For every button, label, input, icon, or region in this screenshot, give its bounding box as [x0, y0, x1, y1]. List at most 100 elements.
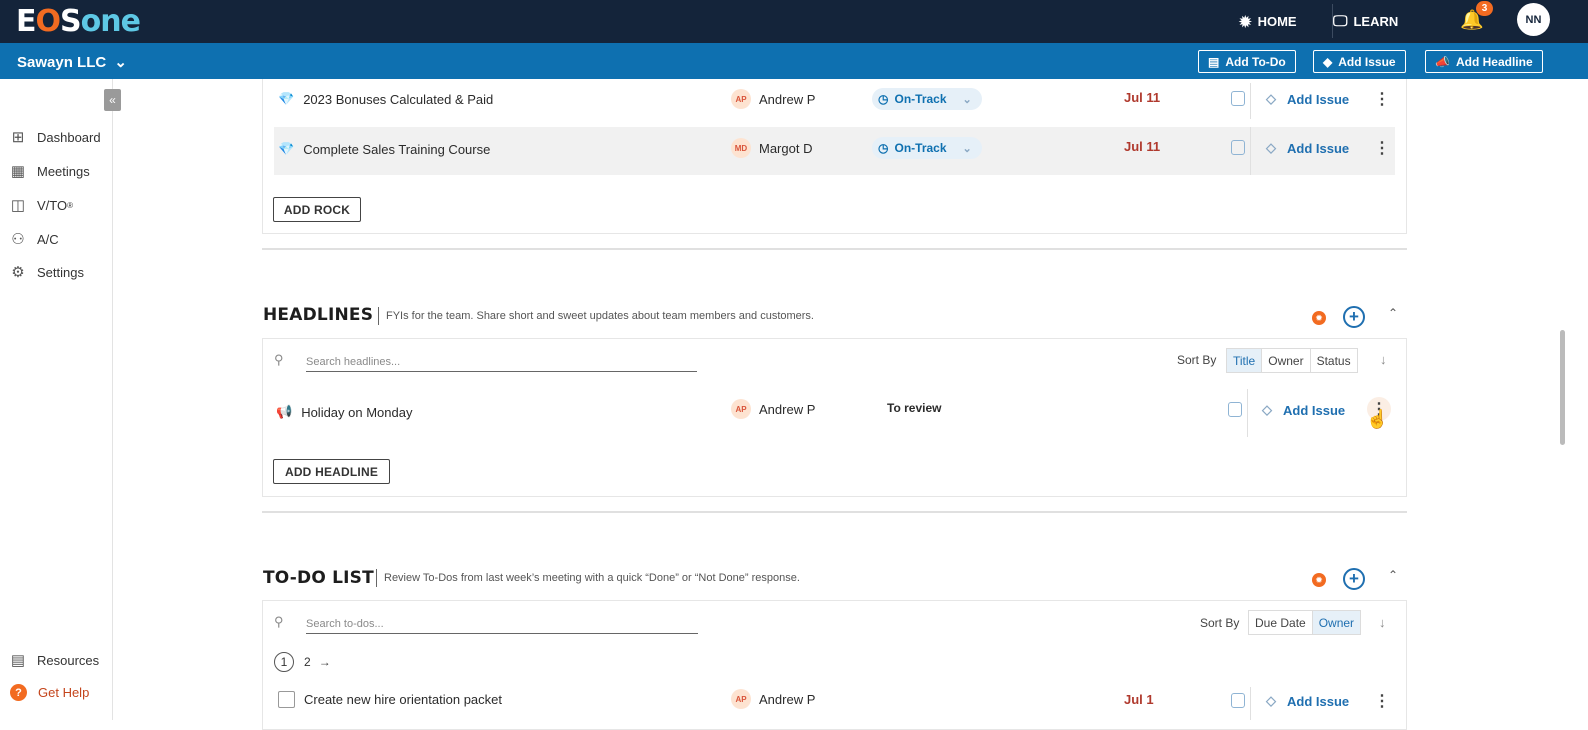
sort-by-label: Sort By: [1177, 353, 1217, 367]
rock-title[interactable]: Complete Sales Training Course: [303, 142, 490, 157]
search-placeholder: Search headlines...: [306, 355, 401, 368]
search-input[interactable]: Search to-dos...: [306, 614, 698, 634]
table-row[interactable]: Create new hire orientation packet AP An…: [274, 687, 1395, 720]
logo-letter-e: E: [16, 3, 36, 39]
rock-title[interactable]: 2023 Bonuses Calculated & Paid: [303, 92, 493, 107]
checklist-icon: ▤: [1208, 54, 1220, 69]
table-row[interactable]: 💎 Complete Sales Training Course MD Marg…: [274, 127, 1395, 175]
section-description: FYIs for the team. Share short and sweet…: [378, 307, 814, 325]
sidebar-item-label: V/TO: [37, 197, 68, 213]
sort-owner-button[interactable]: Owner: [1262, 349, 1311, 372]
nav-home[interactable]: ✹ HOME: [1239, 0, 1297, 43]
gear-icon: ⚙: [11, 264, 25, 281]
collapse-sidebar-icon[interactable]: «: [104, 89, 121, 111]
nav-learn[interactable]: 🖵 LEARN: [1333, 0, 1398, 43]
sort-status-button[interactable]: Status: [1311, 349, 1357, 372]
eos-tool-icon[interactable]: ✹: [1312, 573, 1326, 587]
add-todo-label: Add To-Do: [1225, 54, 1286, 69]
owner-name: Margot D: [759, 140, 813, 156]
collapse-section-icon[interactable]: ⌃: [1388, 568, 1398, 582]
table-row[interactable]: 💎 2023 Bonuses Calculated & Paid AP Andr…: [274, 79, 1395, 123]
section-divider: [262, 511, 1407, 513]
add-todo-button[interactable]: ▤ Add To-Do: [1198, 50, 1296, 73]
table-row[interactable]: 📢 Holiday on Monday AP Andrew P To revie…: [274, 389, 1395, 437]
nav-learn-label: LEARN: [1353, 14, 1399, 29]
divider: [1250, 687, 1251, 720]
sidebar-item-label: Settings: [37, 264, 84, 280]
book-icon: ▤: [10, 652, 26, 669]
collapse-section-icon[interactable]: ⌃: [1388, 306, 1398, 320]
sidebar-item-dashboard[interactable]: ⊞ Dashboard: [8, 128, 101, 146]
sort-owner-button[interactable]: Owner: [1312, 611, 1361, 634]
more-options-icon[interactable]: ⋮: [1374, 138, 1390, 158]
notes-icon[interactable]: [1228, 402, 1242, 417]
search-icon: ⚲: [274, 352, 284, 367]
status-dropdown[interactable]: ◷ On-Track ⌄: [872, 137, 982, 159]
status-dropdown[interactable]: ◷ On-Track ⌄: [872, 88, 982, 110]
notes-icon[interactable]: [1231, 91, 1245, 106]
nav-home-label: HOME: [1257, 14, 1297, 29]
sidebar-item-ac[interactable]: ⚇ A/C: [8, 230, 58, 248]
scrollbar[interactable]: [1560, 330, 1565, 445]
status-label: On-Track: [894, 92, 947, 106]
diamond-outline-icon: ◇: [1266, 693, 1276, 708]
company-name: Sawayn LLC: [17, 54, 107, 71]
add-headline-button[interactable]: 📣 Add Headline: [1425, 50, 1543, 73]
arrow-right-icon[interactable]: →: [319, 655, 331, 669]
chevron-down-icon: ⌄: [114, 54, 127, 71]
add-issue-button[interactable]: ◆ Add Issue: [1313, 50, 1406, 73]
add-issue-link[interactable]: ◇ Add Issue: [1266, 140, 1349, 156]
more-options-icon[interactable]: ⋮: [1374, 691, 1390, 711]
user-avatar[interactable]: NN: [1517, 3, 1550, 36]
diamond-icon: ◆: [1323, 54, 1333, 69]
status-label: On-Track: [894, 141, 947, 155]
due-date: Jul 11: [1124, 90, 1161, 105]
sidebar-item-vto[interactable]: ◫ V/TO ®: [8, 196, 73, 214]
sidebar-item-meetings[interactable]: ▦ Meetings: [8, 162, 90, 180]
company-bar: Sawayn LLC ⌄ ▤ Add To-Do ◆ Add Issue 📣 Add …: [0, 43, 1588, 79]
eos-tool-icon[interactable]: ✹: [1312, 311, 1326, 325]
sort-direction-icon[interactable]: ↓: [1379, 615, 1386, 630]
notes-icon[interactable]: [1231, 140, 1245, 155]
sort-direction-icon[interactable]: ↓: [1380, 352, 1387, 367]
add-issue-label: Add Issue: [1287, 91, 1350, 107]
add-headline-button[interactable]: ADD HEADLINE: [273, 459, 390, 484]
sidebar-item-label: Dashboard: [37, 129, 101, 145]
eos-one-logo[interactable]: E O Sone: [16, 3, 141, 39]
sidebar-item-resources[interactable]: ▤ Resources: [8, 651, 99, 669]
search-input[interactable]: Search headlines...: [306, 352, 697, 372]
help-icon: ?: [10, 684, 27, 701]
add-headline-icon[interactable]: +: [1343, 306, 1365, 328]
sort-due-date-button[interactable]: Due Date: [1249, 611, 1313, 634]
logo-word-one: one: [80, 3, 141, 39]
todo-title[interactable]: Create new hire orientation packet: [304, 692, 502, 707]
sidebar-item-get-help[interactable]: ? Get Help: [8, 684, 89, 701]
divider: [1250, 83, 1251, 119]
add-issue-link[interactable]: ◇ Add Issue: [1266, 91, 1349, 107]
add-issue-link[interactable]: ◇ Add Issue: [1262, 402, 1345, 418]
add-issue-link[interactable]: ◇ Add Issue: [1266, 693, 1349, 709]
avatar: MD: [731, 138, 751, 158]
sidebar-item-settings[interactable]: ⚙ Settings: [8, 263, 84, 281]
sort-title-button[interactable]: Title: [1227, 349, 1263, 372]
add-issue-label: Add Issue: [1338, 54, 1396, 69]
sort-options: Title Owner Status: [1226, 348, 1358, 373]
section-description: Review To-Dos from last week’s meeting w…: [376, 569, 800, 587]
owner-name: Andrew P: [759, 691, 816, 707]
headline-title[interactable]: Holiday on Monday: [301, 405, 412, 420]
todo-checkbox[interactable]: [278, 691, 295, 708]
search-icon: ⚲: [274, 614, 284, 629]
page-1-button[interactable]: 1: [274, 652, 294, 672]
megaphone-icon: 📢: [276, 404, 293, 419]
diamond-outline-icon: ◇: [1266, 91, 1276, 106]
add-headline-label: Add Headline: [1455, 54, 1533, 69]
more-options-icon[interactable]: ⋮: [1374, 89, 1390, 109]
clock-icon: ◷: [878, 92, 889, 106]
add-rock-button[interactable]: ADD ROCK: [273, 197, 361, 222]
diamond-outline-icon: ◇: [1266, 140, 1276, 155]
due-date: Jul 11: [1124, 139, 1161, 154]
notes-icon[interactable]: [1231, 693, 1245, 708]
company-selector[interactable]: Sawayn LLC ⌄: [17, 53, 127, 71]
page-2-button[interactable]: 2: [304, 655, 311, 669]
add-todo-icon[interactable]: +: [1343, 568, 1365, 590]
